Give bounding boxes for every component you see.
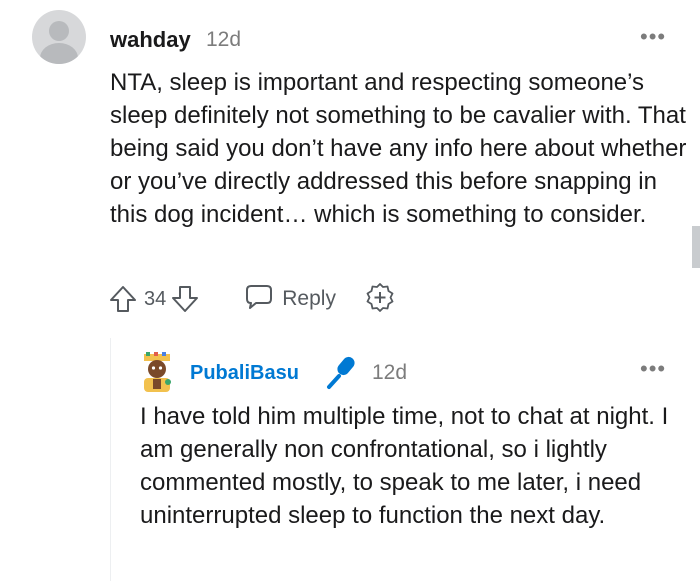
comment-age: 12d — [206, 28, 242, 51]
comment-actions: 34 Reply — [108, 282, 396, 316]
upvote-icon[interactable] — [108, 284, 138, 314]
reply-bubble-icon — [244, 283, 274, 316]
scrollbar-thumb[interactable] — [692, 226, 700, 268]
avatar-body — [40, 43, 78, 64]
thread-line[interactable] — [110, 338, 111, 581]
reply-label: Reply — [282, 287, 336, 310]
downvote-icon[interactable] — [170, 284, 200, 314]
comment-body: NTA, sleep is important and respecting s… — [110, 69, 687, 228]
comment-username[interactable]: wahday — [110, 27, 191, 53]
award-plus-icon[interactable] — [364, 281, 396, 318]
reply-username[interactable]: PubaliBasu — [190, 362, 299, 385]
more-options-icon[interactable]: ••• — [640, 24, 666, 50]
reply-age: 12d — [372, 361, 408, 384]
user-avatar[interactable] — [32, 10, 86, 64]
more-options-icon[interactable]: ••• — [640, 356, 666, 382]
reply-button[interactable]: Reply — [244, 283, 336, 316]
reply-body: I have told him multiple time, not to ch… — [140, 403, 669, 529]
avatar-head — [49, 21, 69, 41]
vote-score: 34 — [144, 287, 167, 310]
microphone-icon — [325, 354, 359, 395]
reply-avatar[interactable] — [138, 352, 176, 392]
